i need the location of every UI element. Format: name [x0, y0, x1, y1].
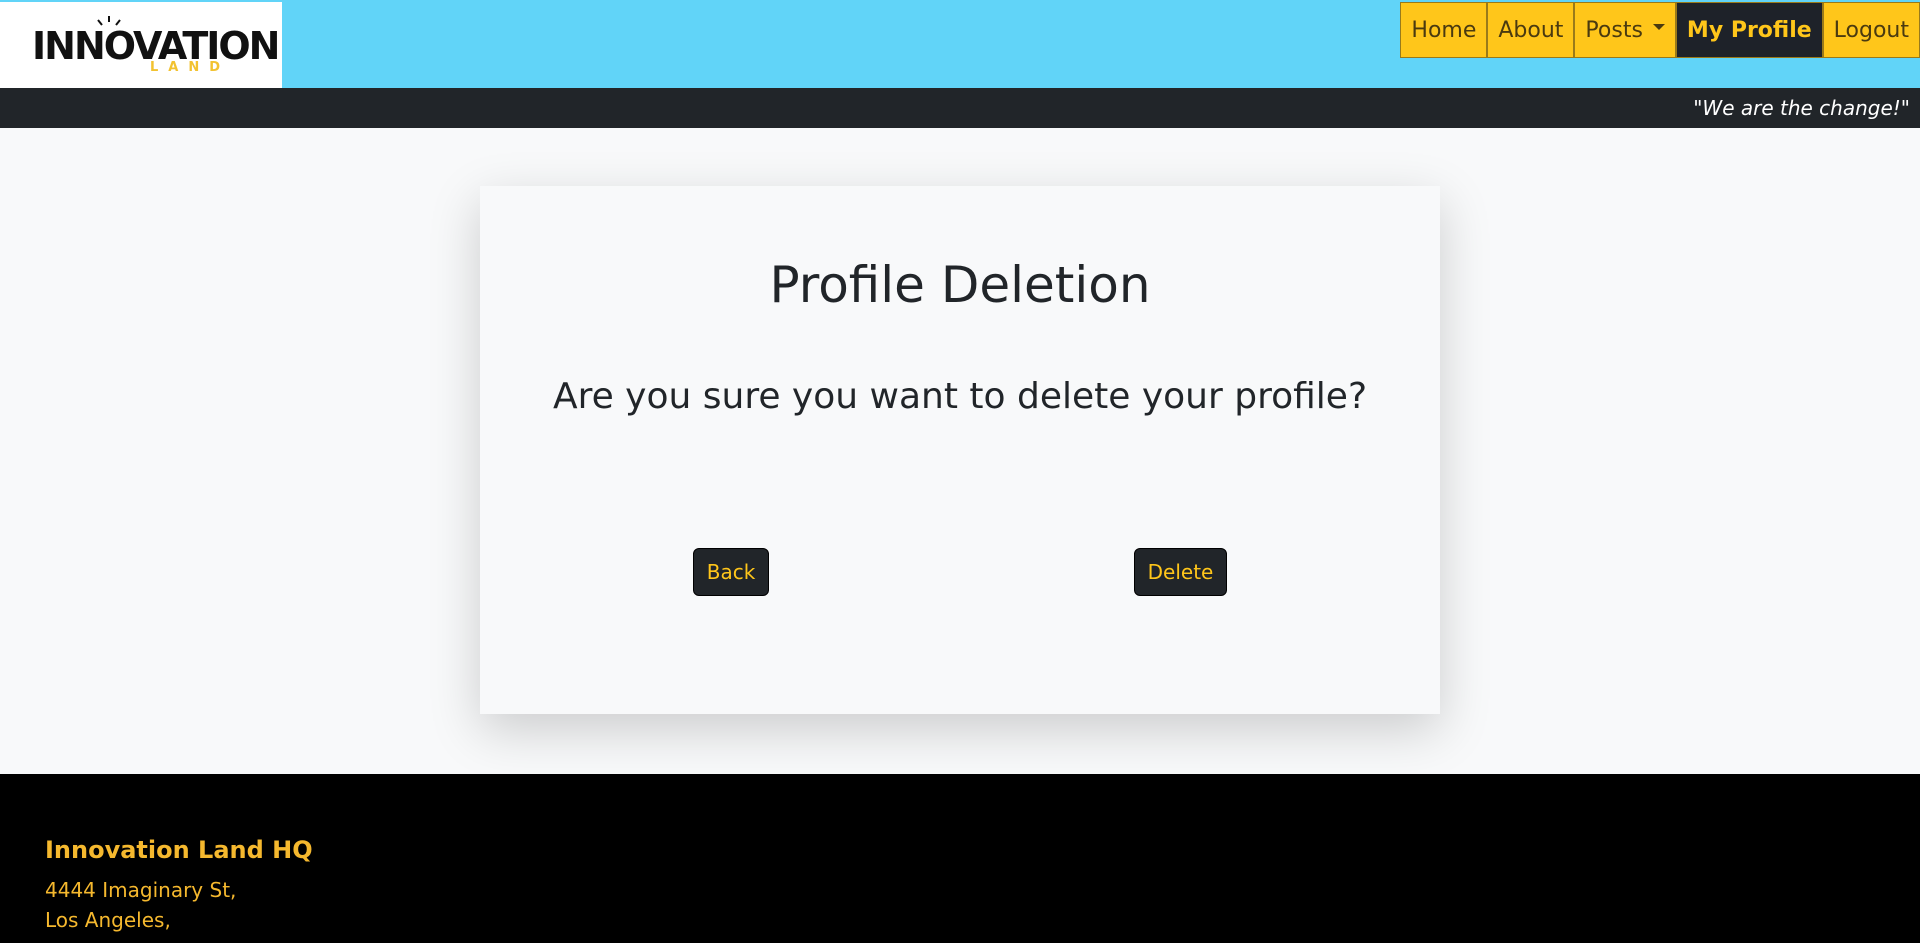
confirmation-question: Are you sure you want to delete your pro… — [552, 376, 1368, 417]
profile-deletion-card: Profile Deletion Are you sure you want t… — [480, 186, 1440, 714]
nav-logout-label: Logout — [1833, 17, 1909, 43]
nav-logout[interactable]: Logout — [1822, 2, 1920, 58]
back-button[interactable]: Back — [693, 548, 769, 596]
chevron-down-icon — [1652, 24, 1665, 30]
tagline-bar: "We are the change!" — [0, 88, 1920, 128]
nav-home-label: Home — [1411, 17, 1477, 43]
logo-subtext: LAND — [149, 60, 230, 75]
footer-title: Innovation Land HQ — [45, 836, 313, 864]
lightbulb-icon — [97, 16, 121, 26]
nav-my-profile[interactable]: My Profile — [1675, 2, 1823, 58]
tagline: "We are the change!" — [1693, 96, 1910, 120]
nav-posts-dropdown[interactable]: Posts — [1574, 2, 1676, 58]
nav-my-profile-label: My Profile — [1686, 17, 1812, 43]
footer: Innovation Land HQ 4444 Imaginary St, Lo… — [0, 774, 1920, 943]
nav-about[interactable]: About — [1487, 2, 1575, 58]
nav-home[interactable]: Home — [1400, 2, 1488, 58]
nav-about-label: About — [1498, 17, 1564, 43]
header: INNOVATION LAND Home About Posts My Prof… — [0, 0, 1920, 88]
footer-address-line1: 4444 Imaginary St, — [45, 878, 237, 902]
logo[interactable]: INNOVATION LAND — [32, 16, 280, 76]
nav-posts-label: Posts — [1585, 17, 1643, 43]
logo-container[interactable]: INNOVATION LAND — [0, 0, 282, 88]
delete-button[interactable]: Delete — [1134, 548, 1227, 596]
footer-address-line2: Los Angeles, — [45, 908, 171, 932]
main-nav: Home About Posts My Profile Logout — [1400, 2, 1920, 58]
page-title: Profile Deletion — [769, 256, 1151, 314]
